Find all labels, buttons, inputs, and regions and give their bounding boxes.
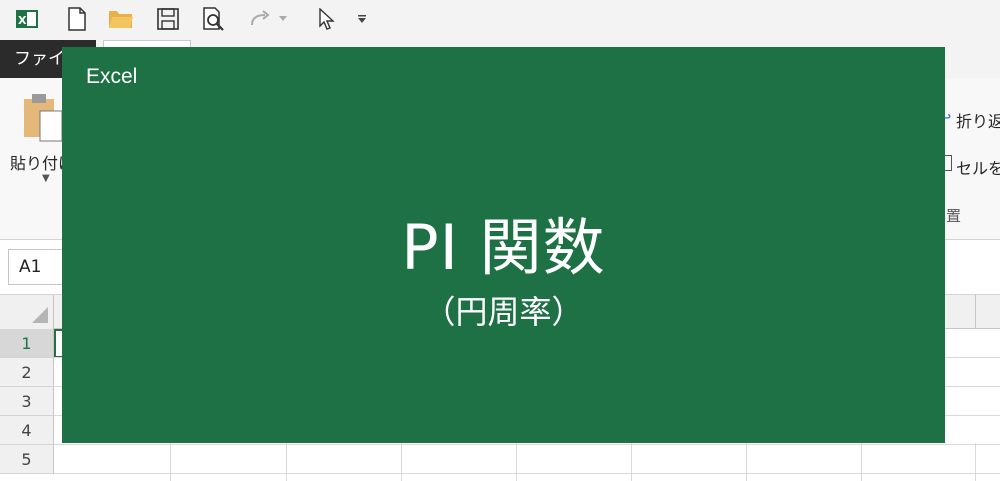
splash-title: PI 関数 xyxy=(401,211,606,284)
redo-dropdown-icon[interactable] xyxy=(276,6,290,32)
splash-subtitle: （円周率） xyxy=(423,293,584,331)
row-divider xyxy=(54,473,1000,474)
wrap-text-button[interactable]: 折り返 xyxy=(956,108,1000,132)
title-splash-overlay: Excel PI 関数 （円周率） xyxy=(62,47,945,443)
open-folder-icon[interactable] xyxy=(108,6,134,32)
new-document-icon[interactable] xyxy=(64,6,90,32)
column-divider xyxy=(975,443,976,481)
row-header-5[interactable]: 5 xyxy=(0,445,54,474)
save-icon[interactable] xyxy=(155,6,181,32)
select-all-corner[interactable] xyxy=(0,295,54,329)
column-divider xyxy=(975,295,976,329)
customize-dropdown-icon[interactable] xyxy=(352,6,372,32)
column-divider xyxy=(286,443,287,481)
row-header-4[interactable]: 4 xyxy=(0,416,54,445)
svg-text:X: X xyxy=(18,14,27,27)
paste-dropdown-icon[interactable]: ▼ xyxy=(42,173,50,184)
column-divider xyxy=(746,443,747,481)
column-divider xyxy=(170,443,171,481)
excel-logo-icon: X xyxy=(14,6,40,32)
row-header-1[interactable]: 1 xyxy=(0,329,54,358)
quick-access-toolbar: X xyxy=(0,0,1000,40)
splash-app-name: Excel xyxy=(86,65,138,88)
pointer-icon[interactable] xyxy=(313,6,339,32)
row-divider xyxy=(54,444,1000,445)
column-divider xyxy=(631,443,632,481)
clipboard-paste-icon[interactable] xyxy=(22,93,64,143)
alignment-group-label: 置 xyxy=(946,207,962,225)
redo-icon[interactable] xyxy=(248,6,274,32)
column-divider xyxy=(401,443,402,481)
print-preview-icon[interactable] xyxy=(201,6,227,32)
row-header-2[interactable]: 2 xyxy=(0,358,54,387)
column-divider xyxy=(516,443,517,481)
merge-cells-button[interactable]: セルを xyxy=(956,155,1000,179)
column-divider xyxy=(861,443,862,481)
row-header-3[interactable]: 3 xyxy=(0,387,54,416)
